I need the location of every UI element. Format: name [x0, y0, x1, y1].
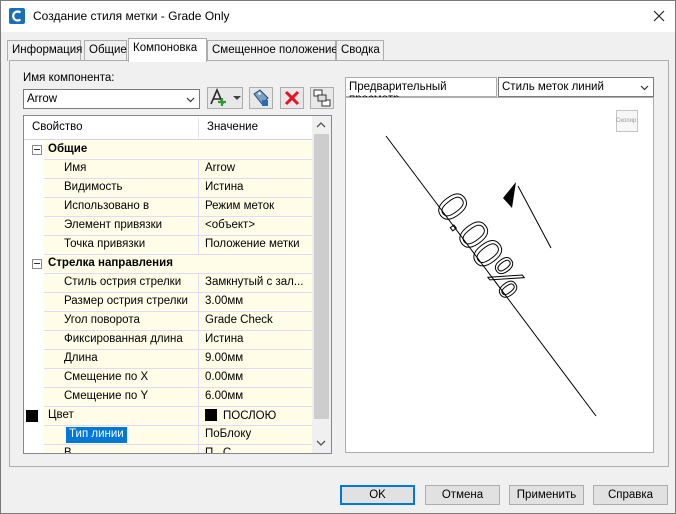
tab-layout[interactable]: Компоновка — [128, 38, 207, 62]
category-title: Стрелка направления — [44, 255, 312, 274]
window-title: Создание стиля метки - Grade Only — [33, 9, 230, 23]
copy-component-button[interactable] — [249, 87, 273, 109]
table-row[interactable]: В... П...С... — [24, 445, 312, 453]
property-value[interactable]: Grade Check — [199, 312, 312, 331]
property-name: Точка привязки — [44, 236, 199, 255]
table-row-selected[interactable]: Тип линии ПоБлоку — [24, 426, 312, 445]
collapse-icon[interactable] — [32, 145, 42, 155]
property-value[interactable]: <объект> — [199, 217, 312, 236]
preview-style-select[interactable]: Стиль меток линий — [498, 77, 654, 97]
civil3d-app-icon — [9, 8, 25, 24]
category-title: Общие — [44, 141, 312, 160]
help-button[interactable]: Справка — [593, 485, 668, 505]
copy-to-clipboard-button[interactable]: Скопир. — [616, 110, 638, 132]
column-header-property[interactable]: Свойство — [24, 116, 198, 140]
preview-style-value: Стиль меток линий — [502, 81, 604, 93]
property-name: Использовано в — [44, 198, 199, 217]
table-row[interactable]: Длина 9.00мм — [24, 350, 312, 369]
dialog-window: Создание стиля метки - Grade Only Информ… — [0, 0, 676, 514]
property-name: Смещение по X — [44, 369, 199, 388]
property-name: Длина — [44, 350, 199, 369]
grid-scrollbar[interactable] — [312, 116, 331, 453]
property-name: Цвет — [44, 407, 199, 426]
property-value[interactable]: Arrow — [199, 160, 312, 179]
component-name-select[interactable]: Arrow — [23, 89, 200, 109]
property-value[interactable]: 6.00мм — [199, 388, 312, 407]
close-icon — [653, 10, 665, 22]
property-name: Фиксированная длина — [44, 331, 199, 350]
property-value[interactable]: 9.00мм — [199, 350, 312, 369]
table-row[interactable]: Смещение по X 0.00мм — [24, 369, 312, 388]
property-value[interactable]: 0.00мм — [199, 369, 312, 388]
property-value[interactable]: Режим меток — [199, 198, 312, 217]
draw-order-icon — [313, 89, 331, 107]
color-swatch-icon — [26, 410, 38, 422]
preview-canvas[interactable]: 0.00% Скопир. — [345, 97, 654, 453]
table-row[interactable]: Видимость Истина — [24, 179, 312, 198]
property-name: Стиль острия стрелки — [44, 274, 199, 293]
property-name-selected: Тип линии — [66, 427, 127, 443]
category-row-direction-arrow[interactable]: Стрелка направления — [24, 255, 312, 274]
collapse-icon[interactable] — [32, 259, 42, 269]
close-button[interactable] — [645, 3, 673, 29]
delete-component-button[interactable] — [280, 87, 304, 109]
ok-button[interactable]: OK — [340, 485, 415, 505]
delete-x-icon — [284, 90, 300, 106]
chevron-down-icon — [186, 97, 195, 103]
draw-order-button[interactable] — [310, 87, 334, 109]
cancel-button[interactable]: Отмена — [425, 485, 500, 505]
property-value[interactable]: ПОСЛОЮ — [199, 407, 312, 426]
grid-header: Свойство Значение — [24, 116, 312, 140]
category-row-general[interactable]: Общие — [24, 141, 312, 160]
tab-dragged-state[interactable]: Смещенное положение — [207, 40, 338, 61]
table-row[interactable]: Размер острия стрелки 3.00мм — [24, 293, 312, 312]
property-value[interactable]: Истина — [199, 331, 312, 350]
title-bar: Создание стиля метки - Grade Only — [1, 1, 675, 32]
tag-copy-icon — [253, 89, 269, 106]
tab-info[interactable]: Информация — [7, 40, 82, 61]
scroll-down-icon[interactable] — [316, 439, 326, 447]
property-name: Размер острия стрелки — [44, 293, 199, 312]
property-value[interactable]: 3.00мм — [199, 293, 312, 312]
chevron-down-icon — [640, 85, 649, 91]
table-row-color[interactable]: Цвет ПОСЛОЮ — [24, 407, 312, 426]
property-name: Имя — [44, 160, 199, 179]
property-name: Угол поворота — [44, 312, 199, 331]
table-row[interactable]: Фиксированная длина Истина — [24, 331, 312, 350]
property-value[interactable]: Положение метки — [199, 236, 312, 255]
component-name-value: Arrow — [27, 93, 58, 105]
property-name: Смещение по Y — [44, 388, 199, 407]
property-value[interactable]: Истина — [199, 179, 312, 198]
property-value[interactable]: ПоБлоку — [199, 426, 312, 445]
component-name-label: Имя компонента: — [23, 72, 115, 84]
tab-summary[interactable]: Сводка — [336, 40, 384, 61]
property-value[interactable]: П...С... — [199, 445, 312, 453]
add-text-component-icon — [210, 88, 241, 106]
table-row[interactable]: Использовано в Режим меток — [24, 198, 312, 217]
apply-button[interactable]: Применить — [509, 485, 584, 505]
table-row[interactable]: Угол поворота Grade Check — [24, 312, 312, 331]
color-swatch-icon — [205, 409, 217, 421]
column-header-value[interactable]: Значение — [199, 116, 312, 140]
scrollbar-thumb[interactable] — [314, 134, 329, 419]
property-name: В... — [44, 445, 199, 453]
property-value[interactable]: Замкнутый с зал... — [199, 274, 312, 293]
table-row[interactable]: Стиль острия стрелки Замкнутый с зал... — [24, 274, 312, 293]
create-component-button[interactable] — [207, 87, 243, 109]
table-row[interactable]: Смещение по Y 6.00мм — [24, 388, 312, 407]
label-preview-drawing: 0.00% — [385, 135, 597, 417]
property-name: Видимость — [44, 179, 199, 198]
property-grid[interactable]: Свойство Значение Общие Имя Arrow Видимо… — [23, 115, 332, 454]
property-name: Элемент привязки — [44, 217, 199, 236]
tab-general[interactable]: Общие — [84, 40, 127, 61]
table-row[interactable]: Элемент привязки <объект> — [24, 217, 312, 236]
preview-label-text: 0.00% — [427, 183, 536, 306]
scroll-up-icon[interactable] — [316, 121, 326, 129]
preview-label: Предварительный просмотр — [345, 77, 497, 105]
table-row[interactable]: Точка привязки Положение метки — [24, 236, 312, 255]
table-row[interactable]: Имя Arrow — [24, 160, 312, 179]
